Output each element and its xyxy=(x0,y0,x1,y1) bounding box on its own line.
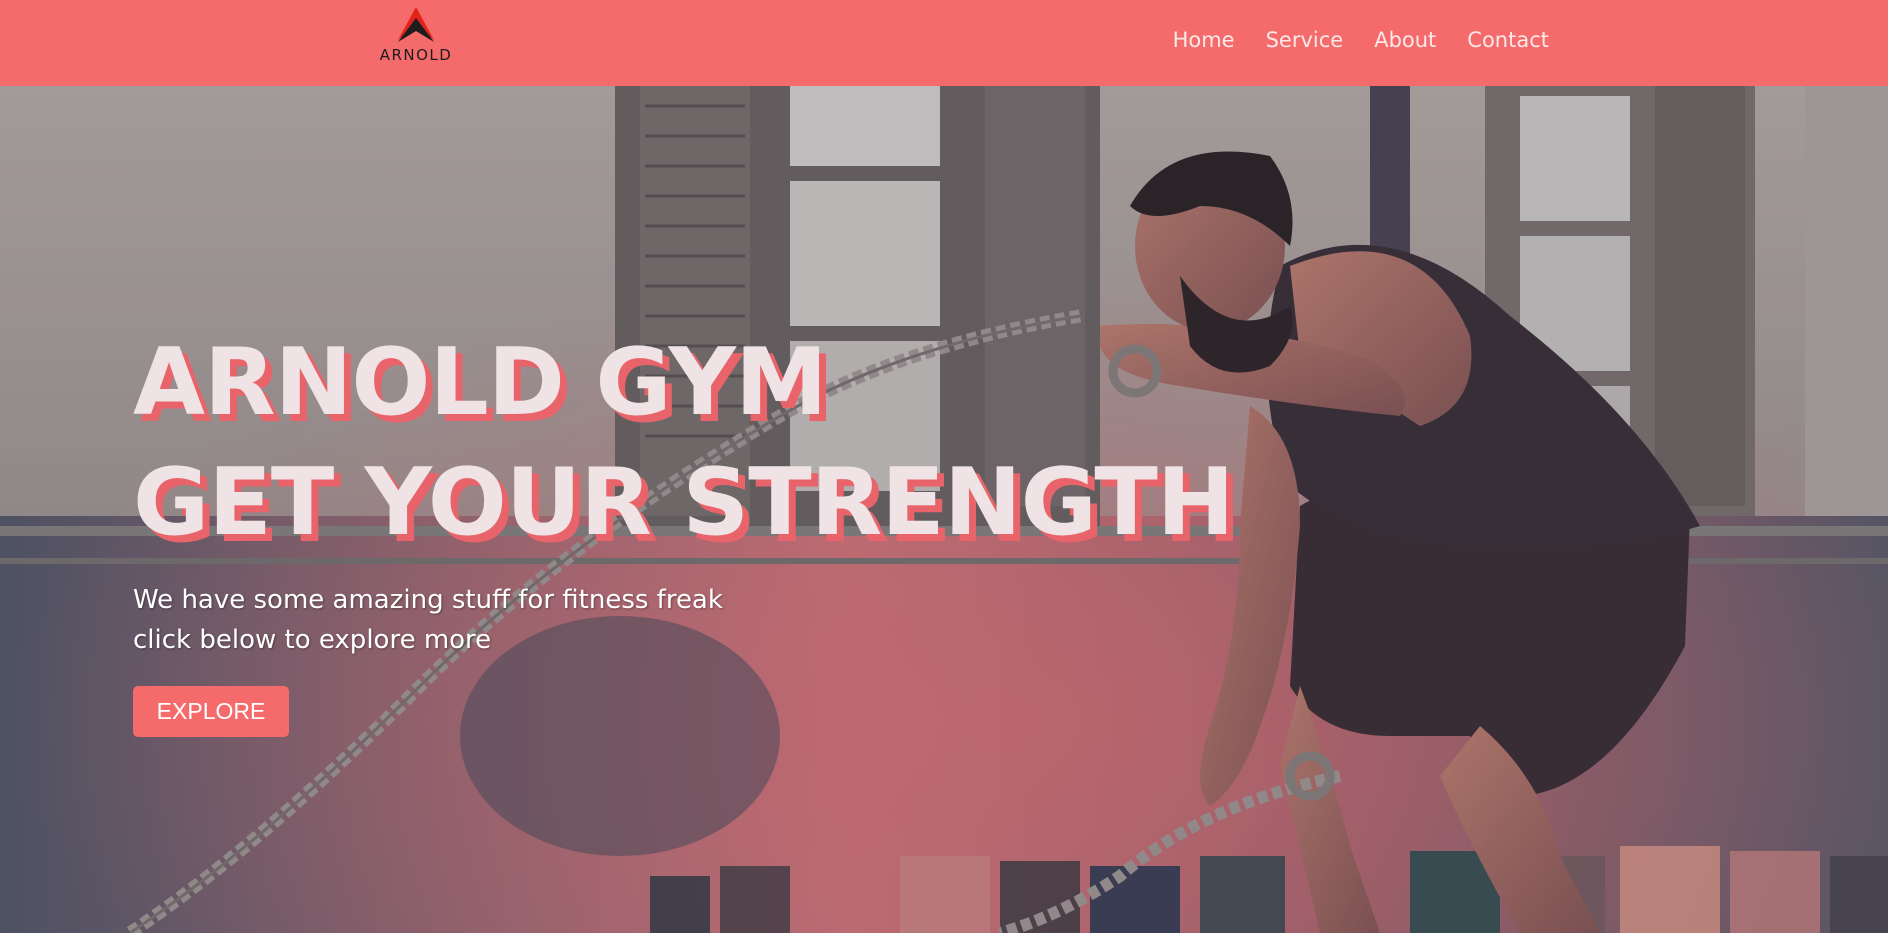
logo-text: ARNOLD xyxy=(379,46,453,64)
hero-title-line-1: ARNOLD GYM xyxy=(133,328,827,436)
nav-home-link[interactable]: Home xyxy=(1173,28,1235,52)
brand-logo[interactable]: ARNOLD xyxy=(372,6,460,64)
main-nav: Home Service About Contact xyxy=(1173,28,1549,52)
nav-contact-link[interactable]: Contact xyxy=(1467,28,1549,52)
nav-about-link[interactable]: About xyxy=(1374,28,1436,52)
hero-subtitle-line-1: We have some amazing stuff for fitness f… xyxy=(133,585,723,615)
hero-section: ARNOLD GYM GET YOUR STRENGTH We have som… xyxy=(0,86,1888,933)
hero-subtitle-line-2: click below to explore more xyxy=(133,625,492,655)
hero-title: ARNOLD GYM GET YOUR STRENGTH xyxy=(133,322,1235,562)
arnold-chevron-logo-icon xyxy=(398,7,434,42)
hero-subtitle: We have some amazing stuff for fitness f… xyxy=(133,580,1234,660)
nav-service-link[interactable]: Service xyxy=(1266,28,1344,52)
explore-button[interactable]: EXPLORE xyxy=(133,686,289,737)
top-navbar: ARNOLD Home Service About Contact xyxy=(0,0,1888,86)
hero-title-line-2: GET YOUR STRENGTH xyxy=(133,448,1235,556)
hero-content: ARNOLD GYM GET YOUR STRENGTH We have som… xyxy=(133,322,1235,737)
